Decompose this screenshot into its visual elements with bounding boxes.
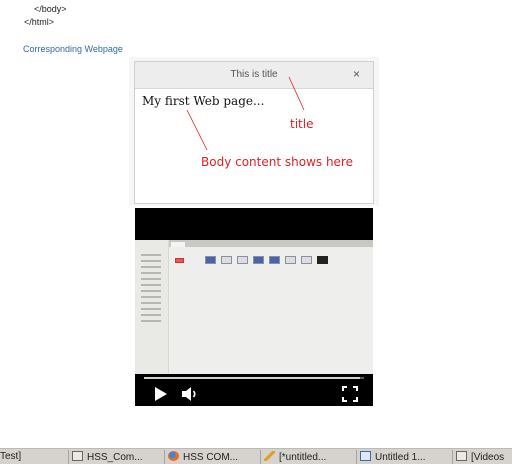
play-icon[interactable] [153,386,169,402]
taskbar-item-label: Test] [0,451,22,462]
frame-sidebar [135,240,169,374]
taskbar-item-untitled-doc[interactable]: Untitled 1... [360,451,450,464]
annotation-title: title [290,117,314,131]
firefox-icon [168,451,179,461]
taskbar-item-hss-com-1[interactable]: HSS_Com... [72,451,160,464]
window-icon [456,451,467,461]
video-frame [135,240,373,374]
taskbar-item-label: [*untitled... [279,452,327,463]
taskbar-item-videos[interactable]: [Videos [456,451,512,464]
webpage-preview: This is title × My first Web page... tit… [134,61,374,204]
taskbar-item-label: Untitled 1... [375,452,426,463]
code-body-close: </body> [34,4,67,14]
video-player[interactable] [135,208,373,406]
taskbar-item-hss-com-2[interactable]: HSS COM... [168,451,256,464]
pencil-icon [264,451,275,461]
code-html-close: </html> [24,17,55,27]
volume-icon[interactable] [181,385,199,403]
annotation-arrows [186,76,305,151]
document-icon [360,451,371,461]
taskbar: Test] HSS_Com... HSS COM... [*untitled..… [0,448,512,464]
taskbar-item-untitled-editor[interactable]: [*untitled... [264,451,352,464]
video-controls [135,374,373,406]
frame-tab [171,242,185,247]
taskbar-item-label: HSS_Com... [87,452,143,463]
taskbar-item-test[interactable]: Test] [0,451,60,464]
corresponding-webpage-link[interactable]: Corresponding Webpage [23,44,123,54]
window-icon [72,451,83,461]
progress-bar[interactable] [144,377,364,379]
fullscreen-icon[interactable] [342,386,358,402]
annotation-body: Body content shows here [201,155,353,169]
progress-fill [144,377,360,379]
taskbar-item-label: HSS COM... [183,452,239,463]
taskbar-item-label: [Videos [471,452,505,463]
